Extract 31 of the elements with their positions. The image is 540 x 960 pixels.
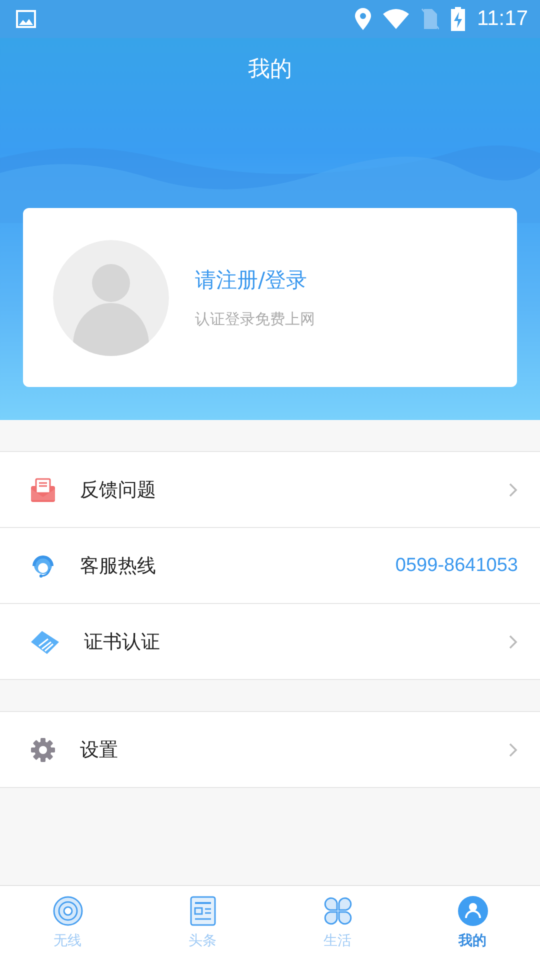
menu-label: 证书认证 [84,630,161,654]
phone-number[interactable]: 0599-8641053 [395,554,518,576]
profile-icon [458,896,488,926]
wifi-icon [383,9,409,29]
location-icon [355,8,371,30]
menu-item[interactable]: 证书认证 [0,604,540,679]
menu-item[interactable]: 设置 [0,712,540,787]
login-link[interactable]: 请注册/登录 [195,266,315,294]
menu-label: 设置 [80,738,119,762]
nav-tab[interactable]: 生活 [270,886,405,960]
nav-tab[interactable]: 无线 [0,886,135,960]
clock: 11:17 [477,7,528,31]
login-hint: 认证登录免费上网 [195,310,315,329]
menu-label: 客服热线 [80,554,157,578]
menu-item[interactable]: 反馈问题 [0,452,540,528]
avatar-icon [53,240,169,356]
profile-card[interactable]: 请注册/登录 认证登录免费上网 [23,208,517,387]
headset-icon [30,552,56,578]
petals-icon [322,896,352,926]
nav-tab[interactable]: 我的 [405,886,540,960]
settings-icon [30,736,56,762]
newspaper-icon [188,896,218,926]
envelope-icon [30,476,56,502]
target-icon [52,896,82,926]
nav-tab[interactable]: 头条 [135,886,270,960]
image-icon [16,10,36,28]
battery-charging-icon [451,7,465,31]
page-title: 我的 [248,56,292,84]
no-sim-icon [421,8,439,30]
menu-label: 反馈问题 [80,478,157,502]
menu-item[interactable]: 客服热线 0599-8641053 [0,528,540,604]
